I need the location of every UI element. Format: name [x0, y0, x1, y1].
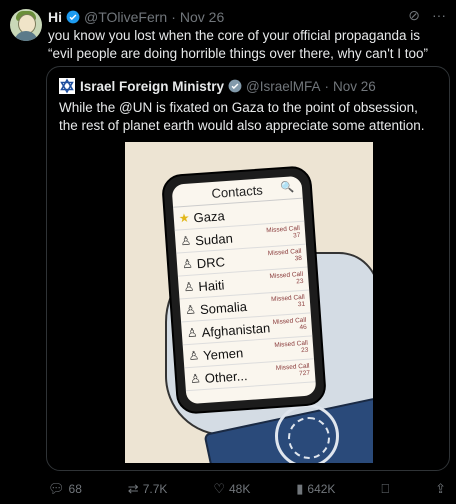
share-button[interactable]: ⇪	[435, 481, 446, 497]
contact-name: Haiti	[197, 276, 225, 294]
verified-badge-icon	[66, 10, 80, 24]
quoted-date[interactable]: Nov 26	[333, 79, 376, 94]
gray-verified-badge-icon	[228, 79, 242, 93]
phone-illustration: Contacts 🔍 ★ Gaza ♙ Sudan Missed Call 37 …	[160, 165, 328, 415]
un-emblem-icon	[275, 404, 339, 463]
quoted-text: While the @UN is fixated on Gaza to the …	[59, 100, 425, 133]
contacts-title: Contacts	[210, 181, 264, 201]
like-button[interactable]: ♡ 48K	[213, 481, 250, 497]
person-icon: ♙	[183, 279, 195, 295]
missed-call-label: Missed Call 23	[274, 339, 309, 355]
views-button[interactable]: ▮ 642K	[296, 481, 335, 497]
contact-name: Other...	[204, 367, 248, 386]
repost-icon: ⇄	[127, 481, 139, 496]
bookmark-button[interactable]: ⎕	[381, 481, 389, 497]
contact-name: Afghanistan	[201, 319, 271, 340]
person-icon: ♙	[189, 371, 202, 386]
person-icon: ♙	[179, 233, 192, 249]
missed-call-label: Missed Call 37	[266, 224, 301, 240]
contact-name: Yemen	[202, 344, 244, 363]
analytics-icon: ▮	[296, 481, 304, 496]
separator-dot: ·	[324, 78, 330, 94]
reply-icon: 💬︎	[48, 481, 65, 496]
tweet-text: you know you lost when the core of your …	[48, 28, 429, 61]
search-icon: 🔍	[279, 181, 295, 195]
quoted-header: Israel Foreign Ministry @IsraelMFA · Nov…	[59, 78, 376, 94]
quoted-author-name[interactable]: Israel Foreign Ministry	[80, 79, 224, 94]
reply-count: 68	[68, 482, 82, 496]
avatar-body	[14, 31, 38, 41]
quoted-tweet[interactable]: Israel Foreign Ministry @IsraelMFA · Nov…	[46, 66, 450, 471]
grok-icon[interactable]: ⊘	[408, 7, 420, 24]
phone-screen: Contacts 🔍 ★ Gaza ♙ Sudan Missed Call 37 …	[171, 175, 317, 405]
author-avatar[interactable]	[10, 9, 42, 41]
author-handle[interactable]: @TOliveFern	[84, 9, 167, 25]
bookmark-icon: ⎕	[381, 481, 390, 496]
quoted-avatar[interactable]	[59, 78, 75, 94]
missed-call-label: Missed Call 31	[270, 293, 306, 309]
author-name[interactable]: Hi	[48, 9, 62, 25]
tweet-date[interactable]: Nov 26	[180, 9, 224, 25]
contact-name: Sudan	[194, 230, 234, 248]
repost-count: 7.7K	[142, 482, 168, 496]
views-count: 642K	[307, 482, 336, 496]
reply-button[interactable]: 💬︎ 68	[48, 481, 82, 497]
quoted-author-handle[interactable]: @IsraelMFA	[246, 79, 320, 94]
repost-button[interactable]: ⇄ 7.7K	[128, 481, 168, 497]
more-options-icon[interactable]: ···	[432, 7, 446, 24]
star-icon: ★	[178, 210, 191, 226]
like-count: 48K	[228, 482, 251, 496]
missed-call-label: Missed Call 727	[275, 362, 311, 378]
person-icon: ♙	[186, 325, 199, 341]
missed-call-label: Missed Call 46	[272, 316, 307, 332]
contact-name: Gaza	[193, 207, 226, 225]
quoted-image[interactable]: Contacts 🔍 ★ Gaza ♙ Sudan Missed Call 37 …	[125, 142, 373, 463]
person-icon: ♙	[184, 302, 197, 318]
missed-call-label: Missed Call 38	[267, 247, 303, 263]
contact-name: DRC	[196, 253, 226, 271]
contact-name: Somalia	[199, 298, 248, 317]
heart-icon: ♡	[213, 481, 225, 496]
separator-dot: ·	[171, 9, 176, 25]
header-icons: ⊘ ···	[408, 7, 446, 24]
person-icon: ♙	[181, 256, 194, 272]
missed-call-label: Missed Call 23	[269, 270, 304, 286]
person-icon: ♙	[187, 348, 200, 364]
tweet-header: Hi @TOliveFern · Nov 26	[48, 8, 446, 26]
action-bar: 💬︎ 68 ⇄ 7.7K ♡ 48K ▮ 642K ⎕ ⇪	[48, 478, 446, 500]
share-icon: ⇪	[435, 481, 446, 496]
